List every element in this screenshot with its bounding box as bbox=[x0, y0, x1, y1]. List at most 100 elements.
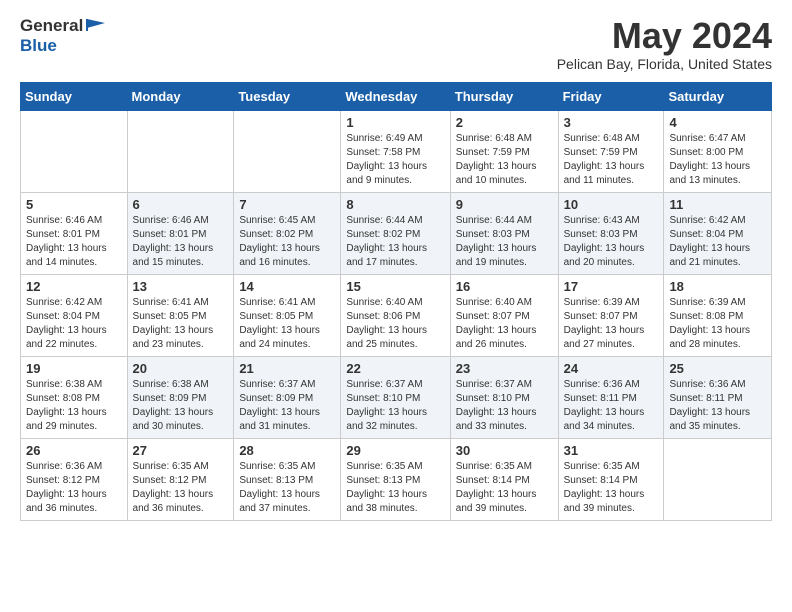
table-row: 29Sunrise: 6:35 AMSunset: 8:13 PMDayligh… bbox=[341, 438, 450, 520]
day-info: Sunrise: 6:39 AMSunset: 8:08 PMDaylight:… bbox=[669, 296, 766, 352]
day-info: Sunrise: 6:48 AMSunset: 7:59 PMDaylight:… bbox=[456, 132, 553, 188]
day-number: 22 bbox=[346, 361, 444, 376]
logo-blue: Blue bbox=[20, 36, 57, 55]
page: General Blue May 2024 Pelican Bay, Flori… bbox=[0, 0, 792, 541]
day-number: 23 bbox=[456, 361, 553, 376]
day-info: Sunrise: 6:37 AMSunset: 8:10 PMDaylight:… bbox=[346, 378, 444, 434]
header-saturday: Saturday bbox=[664, 82, 772, 110]
day-number: 3 bbox=[564, 115, 659, 130]
day-info: Sunrise: 6:48 AMSunset: 7:59 PMDaylight:… bbox=[564, 132, 659, 188]
day-number: 29 bbox=[346, 443, 444, 458]
day-number: 1 bbox=[346, 115, 444, 130]
table-row: 23Sunrise: 6:37 AMSunset: 8:10 PMDayligh… bbox=[450, 356, 558, 438]
day-number: 4 bbox=[669, 115, 766, 130]
day-number: 19 bbox=[26, 361, 122, 376]
day-number: 2 bbox=[456, 115, 553, 130]
calendar-week-row: 12 Sunrise: 6:42 AMSunset: 8:04 PMDayligh… bbox=[21, 274, 772, 356]
header-tuesday: Tuesday bbox=[234, 82, 341, 110]
day-number: 18 bbox=[669, 279, 766, 294]
table-row: 2 Sunrise: 6:48 AMSunset: 7:59 PMDaylight… bbox=[450, 110, 558, 192]
day-number: 31 bbox=[564, 443, 659, 458]
logo-general: General bbox=[20, 16, 83, 36]
table-row: 19 Sunrise: 6:38 AMSunset: 8:08 PMDayligh… bbox=[21, 356, 128, 438]
day-number: 11 bbox=[669, 197, 766, 212]
table-row: 15 Sunrise: 6:40 AMSunset: 8:06 PMDayligh… bbox=[341, 274, 450, 356]
table-row: 20 Sunrise: 6:38 AMSunset: 8:09 PMDayligh… bbox=[127, 356, 234, 438]
table-row: 24Sunrise: 6:36 AMSunset: 8:11 PMDayligh… bbox=[558, 356, 664, 438]
table-row: 26 Sunrise: 6:36 AMSunset: 8:12 PMDayligh… bbox=[21, 438, 128, 520]
calendar-week-row: 26 Sunrise: 6:36 AMSunset: 8:12 PMDayligh… bbox=[21, 438, 772, 520]
table-row: 28Sunrise: 6:35 AMSunset: 8:13 PMDayligh… bbox=[234, 438, 341, 520]
table-row: 9 Sunrise: 6:44 AMSunset: 8:03 PMDaylight… bbox=[450, 192, 558, 274]
table-row: 31 Sunrise: 6:35 AMSunset: 8:14 PMDayligh… bbox=[558, 438, 664, 520]
title-block: May 2024 Pelican Bay, Florida, United St… bbox=[557, 16, 772, 72]
day-info: Sunrise: 6:41 AMSunset: 8:05 PMDaylight:… bbox=[239, 296, 335, 352]
day-info: Sunrise: 6:36 AMSunset: 8:11 PMDaylight:… bbox=[669, 378, 766, 434]
day-number: 15 bbox=[346, 279, 444, 294]
day-number: 13 bbox=[133, 279, 229, 294]
day-number: 8 bbox=[346, 197, 444, 212]
day-info: Sunrise: 6:42 AMSunset: 8:04 PMDaylight:… bbox=[26, 296, 122, 352]
table-row: 5 Sunrise: 6:46 AMSunset: 8:01 PMDaylight… bbox=[21, 192, 128, 274]
day-info: Sunrise: 6:44 AMSunset: 8:03 PMDaylight:… bbox=[456, 214, 553, 270]
header-sunday: Sunday bbox=[21, 82, 128, 110]
day-info: Sunrise: 6:38 AMSunset: 8:09 PMDaylight:… bbox=[133, 378, 229, 434]
day-info: Sunrise: 6:49 AMSunset: 7:58 PMDaylight:… bbox=[346, 132, 444, 188]
day-number: 20 bbox=[133, 361, 229, 376]
day-info: Sunrise: 6:41 AMSunset: 8:05 PMDaylight:… bbox=[133, 296, 229, 352]
day-number: 14 bbox=[239, 279, 335, 294]
day-number: 12 bbox=[26, 279, 122, 294]
day-info: Sunrise: 6:46 AMSunset: 8:01 PMDaylight:… bbox=[26, 214, 122, 270]
header-monday: Monday bbox=[127, 82, 234, 110]
table-row: 6 Sunrise: 6:46 AMSunset: 8:01 PMDaylight… bbox=[127, 192, 234, 274]
day-info: Sunrise: 6:36 AMSunset: 8:12 PMDaylight:… bbox=[26, 460, 122, 516]
day-number: 27 bbox=[133, 443, 229, 458]
table-row bbox=[664, 438, 772, 520]
table-row: 12 Sunrise: 6:42 AMSunset: 8:04 PMDayligh… bbox=[21, 274, 128, 356]
day-info: Sunrise: 6:35 AMSunset: 8:13 PMDaylight:… bbox=[239, 460, 335, 516]
table-row: 8 Sunrise: 6:44 AMSunset: 8:02 PMDaylight… bbox=[341, 192, 450, 274]
table-row bbox=[21, 110, 128, 192]
day-number: 24 bbox=[564, 361, 659, 376]
day-info: Sunrise: 6:39 AMSunset: 8:07 PMDaylight:… bbox=[564, 296, 659, 352]
day-number: 6 bbox=[133, 197, 229, 212]
calendar-week-row: 5 Sunrise: 6:46 AMSunset: 8:01 PMDaylight… bbox=[21, 192, 772, 274]
day-number: 16 bbox=[456, 279, 553, 294]
table-row bbox=[127, 110, 234, 192]
day-info: Sunrise: 6:38 AMSunset: 8:08 PMDaylight:… bbox=[26, 378, 122, 434]
table-row: 30Sunrise: 6:35 AMSunset: 8:14 PMDayligh… bbox=[450, 438, 558, 520]
day-info: Sunrise: 6:43 AMSunset: 8:03 PMDaylight:… bbox=[564, 214, 659, 270]
day-info: Sunrise: 6:44 AMSunset: 8:02 PMDaylight:… bbox=[346, 214, 444, 270]
calendar-week-row: 19 Sunrise: 6:38 AMSunset: 8:08 PMDayligh… bbox=[21, 356, 772, 438]
table-row: 18 Sunrise: 6:39 AMSunset: 8:08 PMDayligh… bbox=[664, 274, 772, 356]
table-row: 7Sunrise: 6:45 AMSunset: 8:02 PMDaylight… bbox=[234, 192, 341, 274]
day-number: 10 bbox=[564, 197, 659, 212]
weekday-header-row: Sunday Monday Tuesday Wednesday Thursday… bbox=[21, 82, 772, 110]
table-row: 22 Sunrise: 6:37 AMSunset: 8:10 PMDayligh… bbox=[341, 356, 450, 438]
table-row: 21Sunrise: 6:37 AMSunset: 8:09 PMDayligh… bbox=[234, 356, 341, 438]
day-number: 26 bbox=[26, 443, 122, 458]
day-info: Sunrise: 6:40 AMSunset: 8:07 PMDaylight:… bbox=[456, 296, 553, 352]
table-row: 10 Sunrise: 6:43 AMSunset: 8:03 PMDayligh… bbox=[558, 192, 664, 274]
header-thursday: Thursday bbox=[450, 82, 558, 110]
calendar-location: Pelican Bay, Florida, United States bbox=[557, 56, 772, 72]
table-row: 13 Sunrise: 6:41 AMSunset: 8:05 PMDayligh… bbox=[127, 274, 234, 356]
calendar-table: Sunday Monday Tuesday Wednesday Thursday… bbox=[20, 82, 772, 521]
day-info: Sunrise: 6:35 AMSunset: 8:14 PMDaylight:… bbox=[564, 460, 659, 516]
header-wednesday: Wednesday bbox=[341, 82, 450, 110]
table-row: 16 Sunrise: 6:40 AMSunset: 8:07 PMDayligh… bbox=[450, 274, 558, 356]
table-row: 3 Sunrise: 6:48 AMSunset: 7:59 PMDaylight… bbox=[558, 110, 664, 192]
calendar-week-row: 1 Sunrise: 6:49 AMSunset: 7:58 PMDaylight… bbox=[21, 110, 772, 192]
logo-flag-icon bbox=[85, 17, 107, 33]
day-info: Sunrise: 6:46 AMSunset: 8:01 PMDaylight:… bbox=[133, 214, 229, 270]
calendar-title: May 2024 bbox=[557, 16, 772, 56]
day-number: 5 bbox=[26, 197, 122, 212]
day-info: Sunrise: 6:47 AMSunset: 8:00 PMDaylight:… bbox=[669, 132, 766, 188]
day-number: 9 bbox=[456, 197, 553, 212]
day-number: 30 bbox=[456, 443, 553, 458]
day-info: Sunrise: 6:40 AMSunset: 8:06 PMDaylight:… bbox=[346, 296, 444, 352]
table-row: 14 Sunrise: 6:41 AMSunset: 8:05 PMDayligh… bbox=[234, 274, 341, 356]
day-number: 7 bbox=[239, 197, 335, 212]
day-info: Sunrise: 6:42 AMSunset: 8:04 PMDaylight:… bbox=[669, 214, 766, 270]
table-row: 11 Sunrise: 6:42 AMSunset: 8:04 PMDayligh… bbox=[664, 192, 772, 274]
